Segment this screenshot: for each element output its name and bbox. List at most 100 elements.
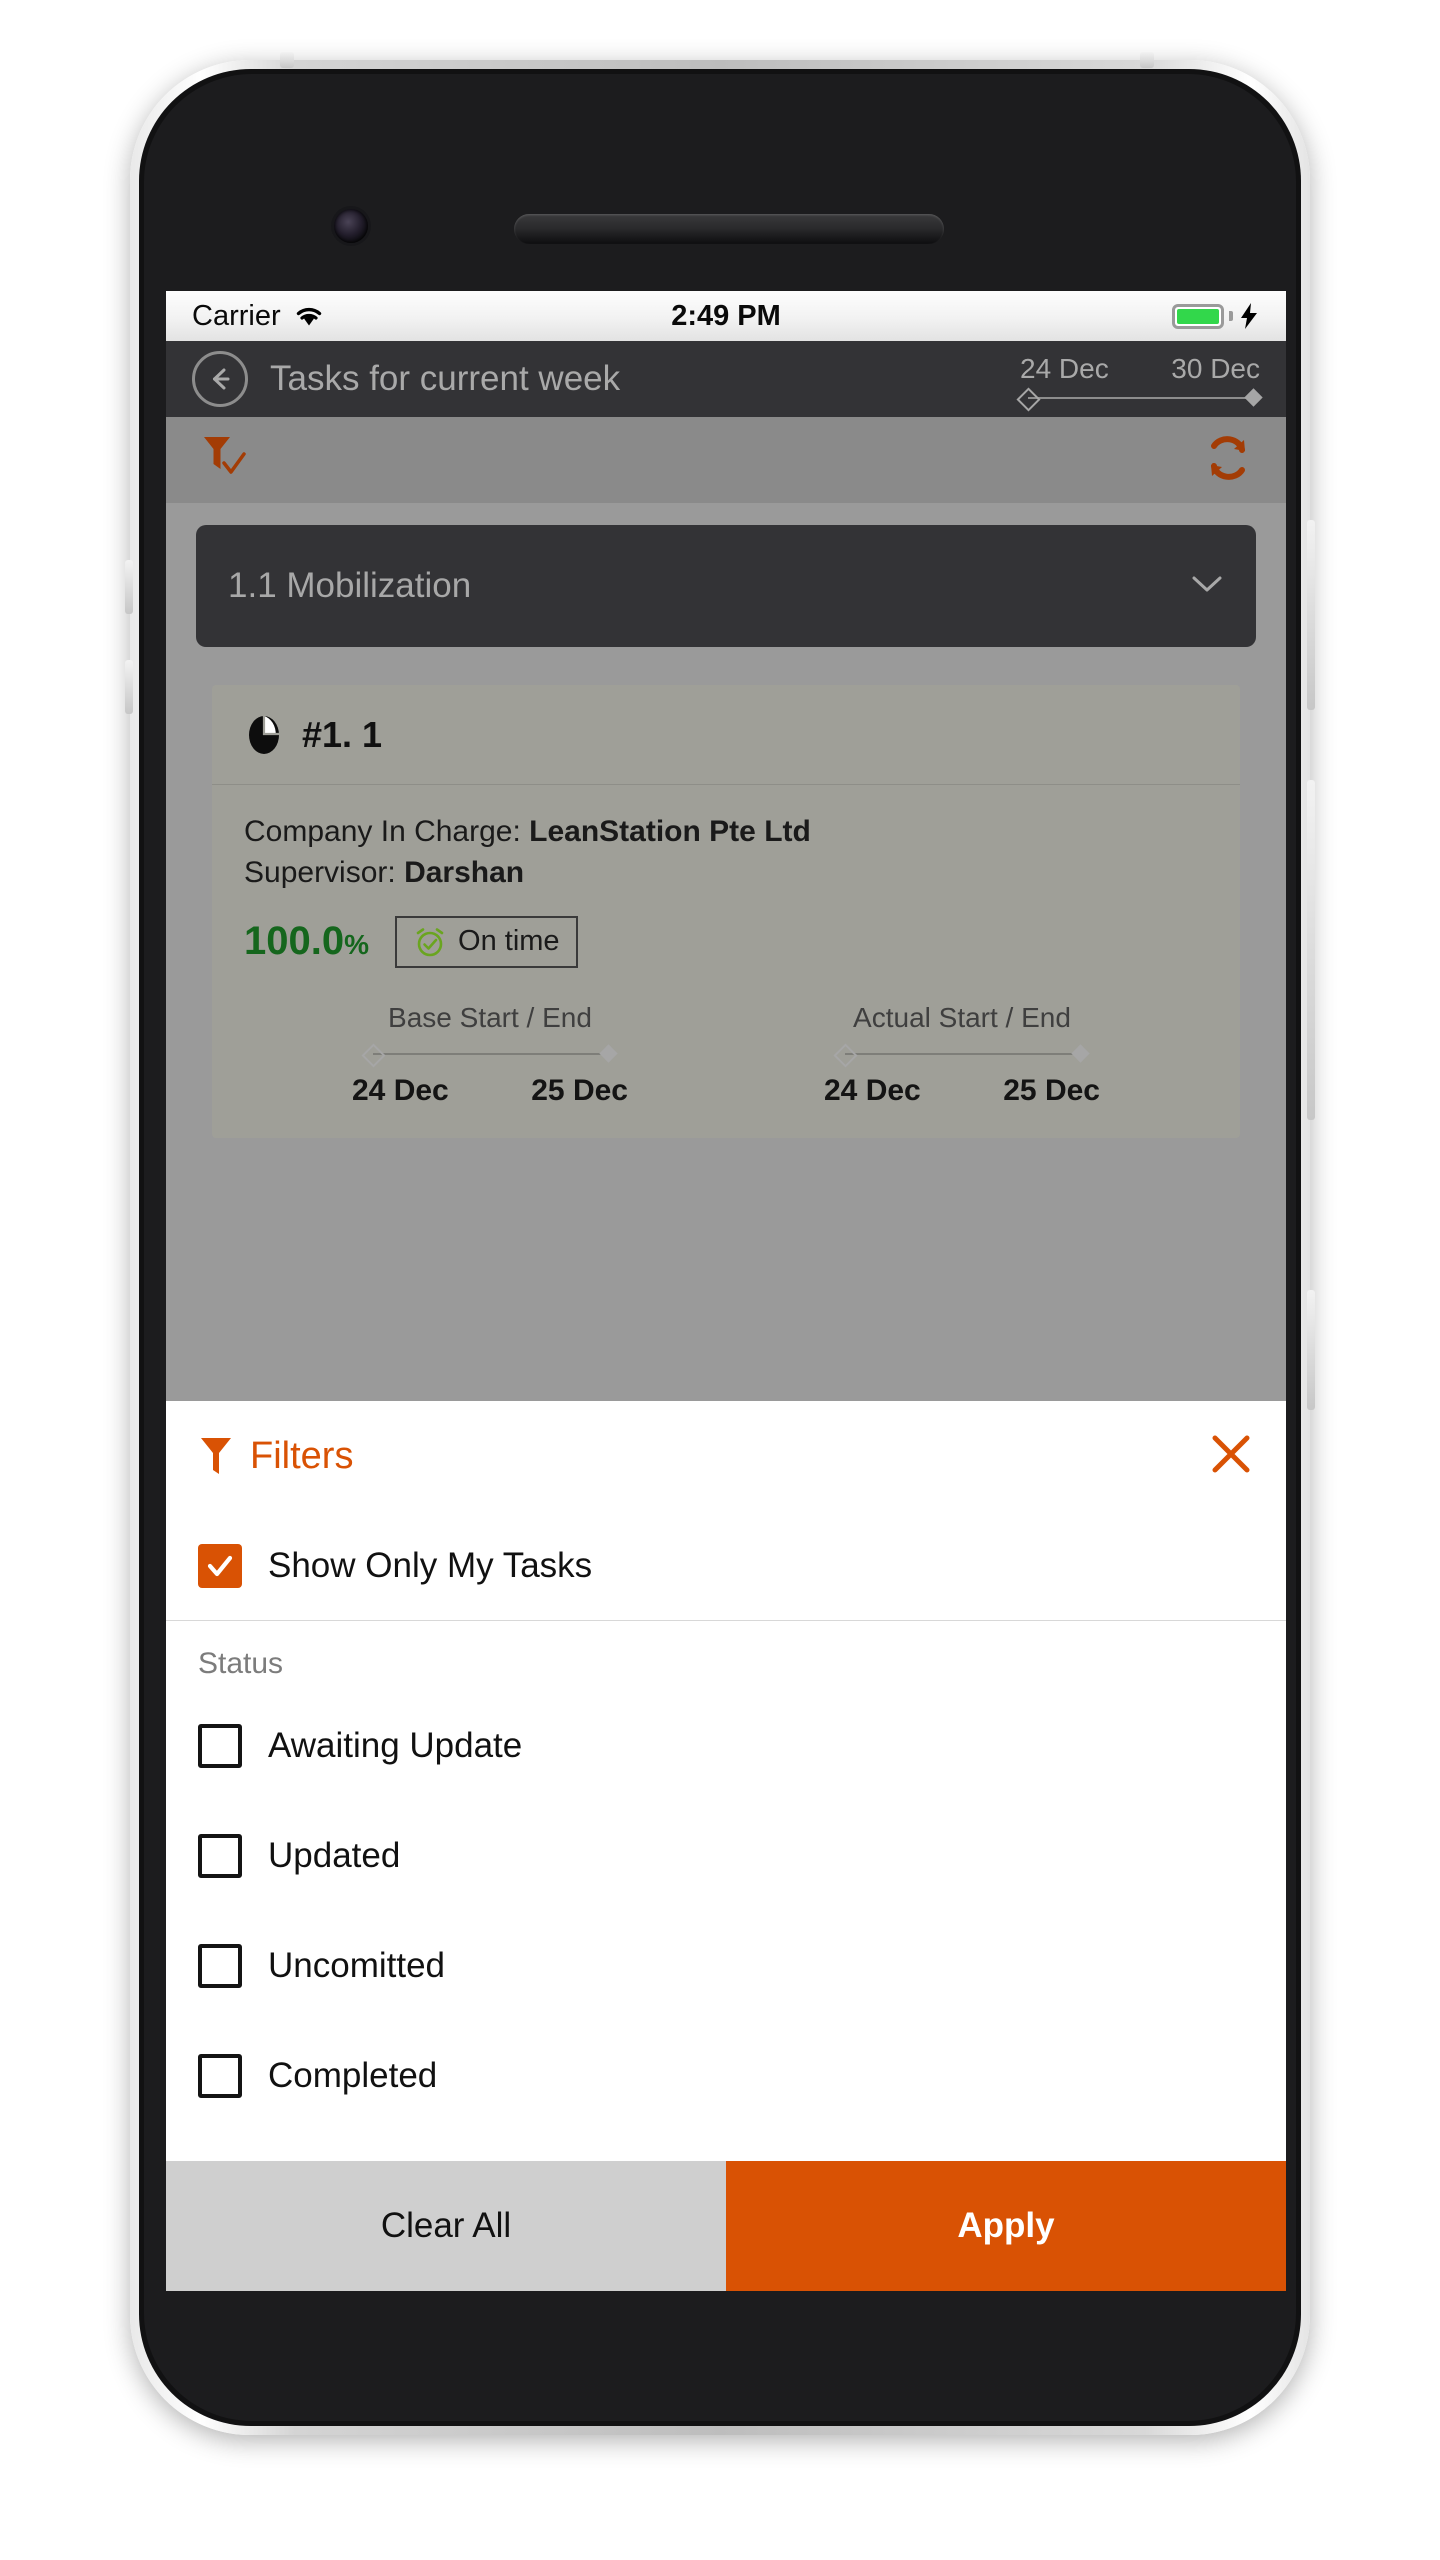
battery-full-icon: [1172, 303, 1224, 329]
base-dates-block: Base Start / End 24 Dec 25 Dec: [254, 1002, 726, 1108]
status-bar-clock: 2:49 PM: [671, 299, 781, 332]
app-content: Tasks for current week 24 Dec 30 Dec 1.1…: [166, 341, 1286, 2291]
page-title: Tasks for current week: [270, 359, 621, 398]
base-dates-title: Base Start / End: [388, 1001, 592, 1033]
back-arrow-icon: [213, 368, 230, 390]
status-option-label: Awaiting Update: [268, 1726, 523, 1765]
actual-dates-line: [845, 1052, 1079, 1055]
actual-start-handle: [833, 1043, 858, 1068]
group-expand-toggle[interactable]: [1190, 573, 1224, 600]
nav-bar: Tasks for current week 24 Dec 30 Dec: [166, 341, 1286, 417]
week-range-end-handle[interactable]: [1244, 387, 1263, 407]
status-option-row[interactable]: Uncomitted: [198, 1911, 1254, 2021]
filter-icon: [201, 1438, 231, 1474]
status-badge-label: On time: [458, 925, 560, 958]
progress-percent: 100.0%: [244, 919, 369, 964]
actual-end-date: 25 Dec: [1003, 1073, 1100, 1107]
alarm-check-icon: [416, 927, 444, 957]
phone-screen: Carrier 2:49 PM Tasks for current week 2…: [166, 291, 1286, 2291]
chevron-down-icon: [1192, 576, 1222, 591]
status-option-label: Updated: [268, 1836, 401, 1875]
carrier-group: Carrier: [192, 300, 325, 333]
check-icon: [207, 1555, 233, 1576]
battery-group: [1172, 302, 1260, 330]
supervisor-label: Supervisor:: [244, 856, 405, 890]
filter-toolbar: [166, 417, 1286, 503]
lightning-bolt-icon: [1241, 303, 1257, 329]
base-start-date: 24 Dec: [352, 1073, 449, 1107]
week-range-slider[interactable]: 24 Dec 30 Dec: [1016, 353, 1263, 412]
side-rail: [1307, 780, 1315, 1120]
power-button[interactable]: [1307, 520, 1315, 710]
battery-fill: [1177, 308, 1219, 324]
status-option-row[interactable]: Updated: [198, 1801, 1254, 1911]
supervisor-value: Darshan: [404, 856, 525, 890]
carrier-label: Carrier: [192, 299, 281, 332]
volume-up-button[interactable]: [125, 560, 133, 614]
refresh-icon: [1211, 435, 1245, 480]
status-option-checkbox[interactable]: [198, 2054, 242, 2098]
task-id: #1. 1: [302, 713, 383, 755]
actual-dates-block: Actual Start / End 24 Dec 25 Dec: [726, 1002, 1198, 1108]
company-row: Company In Charge: LeanStation Pte Ltd: [244, 811, 1208, 852]
task-card-body: Company In Charge: LeanStation Pte Ltd S…: [212, 785, 1240, 1138]
show-only-my-tasks-label: Show Only My Tasks: [268, 1545, 593, 1585]
progress-number: 100.0: [244, 919, 345, 964]
week-range-track[interactable]: [1016, 386, 1263, 412]
actual-dates-title: Actual Start / End: [853, 1001, 1071, 1033]
show-only-my-tasks-row[interactable]: Show Only My Tasks: [166, 1511, 1286, 1621]
week-range-line: [1028, 396, 1252, 399]
actual-start-date: 24 Dec: [824, 1073, 921, 1107]
front-camera-icon: [334, 209, 368, 243]
group-title: 1.1 Mobilization: [228, 566, 472, 605]
task-card-header: #1. 1: [212, 685, 1240, 785]
filters-actions: Clear All Apply: [166, 2161, 1286, 2291]
actual-end-handle: [1071, 1044, 1090, 1063]
close-filters-button[interactable]: [1208, 1431, 1254, 1482]
status-option-checkbox[interactable]: [198, 1724, 242, 1768]
base-end-handle: [599, 1044, 618, 1063]
task-card[interactable]: #1. 1 Company In Charge: LeanStation Pte…: [212, 685, 1240, 1138]
status-option-row[interactable]: Awaiting Update: [198, 1691, 1254, 1801]
device-antenna-nub-right: [1140, 52, 1154, 68]
base-end-date: 25 Dec: [531, 1073, 628, 1107]
filters-sheet: Filters Show Only My Tasks Status Awaiti…: [166, 1401, 1286, 2291]
status-option-checkbox[interactable]: [198, 1944, 242, 1988]
base-dates-values: 24 Dec 25 Dec: [352, 1074, 628, 1108]
earpiece-speaker: [514, 214, 944, 244]
week-range-labels: 24 Dec 30 Dec: [1020, 353, 1260, 385]
week-range-start: 24 Dec: [1020, 352, 1109, 384]
close-icon: [1212, 1435, 1250, 1472]
company-label: Company In Charge:: [244, 815, 530, 848]
wifi-icon: [296, 307, 321, 326]
show-only-my-tasks-checkbox[interactable]: [198, 1543, 242, 1588]
status-section-title: Status: [198, 1647, 284, 1680]
volume-down-button[interactable]: [125, 660, 133, 714]
status-option-checkbox[interactable]: [198, 1834, 242, 1878]
back-button[interactable]: [192, 351, 248, 407]
clear-all-button[interactable]: Clear All: [166, 2161, 726, 2291]
company-value: LeanStation Pte Ltd: [529, 815, 811, 848]
base-dates-track: [361, 1043, 618, 1068]
week-range-end: 30 Dec: [1171, 352, 1260, 384]
supervisor-row: Supervisor: Darshan: [244, 852, 1208, 893]
week-range-start-handle[interactable]: [1016, 386, 1041, 412]
status-bar: Carrier 2:49 PM: [166, 291, 1286, 341]
actual-dates-values: 24 Dec 25 Dec: [824, 1074, 1100, 1108]
refresh-button[interactable]: [1204, 432, 1252, 489]
device-antenna-nub-left: [280, 52, 294, 68]
base-dates-line: [373, 1052, 607, 1055]
battery-cap: [1229, 311, 1233, 321]
status-option-row[interactable]: Completed: [198, 2021, 1254, 2131]
actual-dates-track: [833, 1043, 1090, 1068]
filters-sheet-header: Filters: [166, 1401, 1286, 1511]
status-option-label: Completed: [268, 2056, 438, 2095]
pie-chart-icon: [249, 715, 280, 754]
side-rail-lower: [1307, 1290, 1315, 1410]
status-option-label: Uncomitted: [268, 1946, 446, 1985]
filter-check-icon: [204, 436, 246, 474]
group-header-mobilization[interactable]: 1.1 Mobilization: [196, 525, 1256, 647]
progress-row: 100.0% On time: [244, 915, 1208, 968]
apply-button[interactable]: Apply: [726, 2161, 1286, 2291]
filter-button[interactable]: [200, 431, 252, 490]
